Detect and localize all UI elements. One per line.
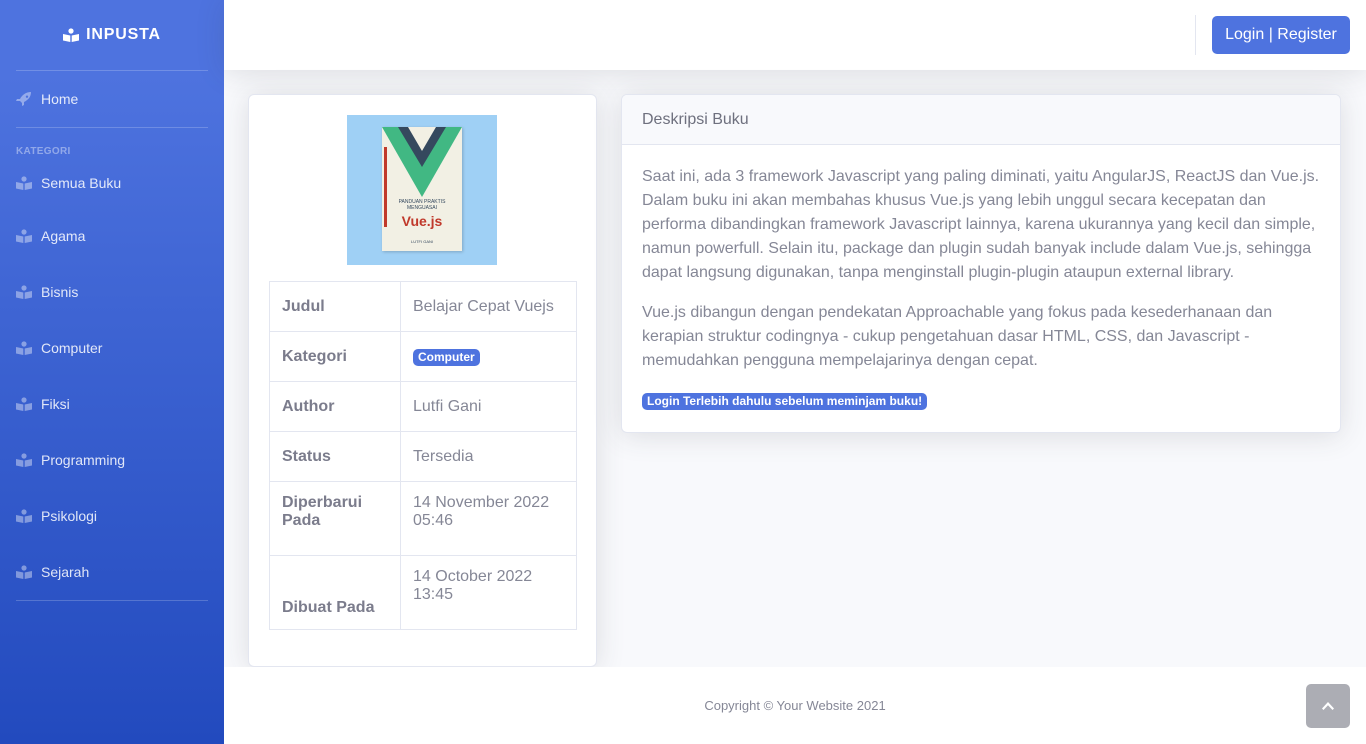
category-badge: Computer — [413, 348, 480, 366]
topbar-divider — [1195, 15, 1196, 55]
sidebar-item-sejarah[interactable]: Sejarah — [0, 544, 224, 600]
table-row: Status Tersedia — [269, 431, 577, 482]
table-row: Author Lutfi Gani — [269, 381, 577, 432]
sidebar-item-agama[interactable]: Agama — [0, 208, 224, 264]
book-title-value: Belajar Cepat Vuejs — [400, 281, 577, 332]
topbar: Login | Register — [224, 0, 1366, 70]
field-label: Status — [269, 431, 401, 482]
sidebar-item-programming[interactable]: Programming — [0, 432, 224, 488]
book-cover-image: PANDUAN PRAKTIS MENGUASAI Vue.js LUTFI G… — [347, 115, 497, 265]
table-row: Judul Belajar Cepat Vuejs — [269, 281, 577, 332]
brand-name: INPUSTA — [86, 26, 161, 43]
author-value: Lutfi Gani — [400, 381, 577, 432]
scroll-to-top-button[interactable] — [1306, 684, 1350, 728]
table-row: Kategori Computer — [269, 331, 577, 382]
rocket-icon — [16, 92, 31, 106]
footer: Copyright © Your Website 2021 — [224, 667, 1366, 744]
status-value: Tersedia — [400, 431, 577, 482]
sidebar-item-label: Psikologi — [41, 508, 98, 524]
sidebar-item-label: Home — [41, 91, 79, 107]
reader-icon — [16, 453, 32, 467]
book-cover: PANDUAN PRAKTIS MENGUASAI Vue.js LUTFI G… — [382, 127, 462, 251]
field-label: Judul — [269, 281, 401, 332]
copyright-text: Copyright © Your Website 2021 — [704, 698, 886, 713]
updated-value: 14 November 2022 05:46 — [400, 481, 577, 556]
category-cell: Computer — [400, 331, 577, 382]
cover-title: Vue.js — [401, 213, 443, 229]
sidebar-item-label: Fiksi — [41, 396, 70, 412]
field-label: Kategori — [269, 331, 401, 382]
sidebar-item-label: Semua Buku — [41, 175, 122, 191]
login-register-button[interactable]: Login | Register — [1212, 16, 1350, 54]
reader-icon — [16, 341, 32, 355]
sidebar-item-label: Computer — [41, 340, 103, 356]
sidebar-item-home[interactable]: Home — [0, 71, 224, 127]
book-detail-card: PANDUAN PRAKTIS MENGUASAI Vue.js LUTFI G… — [248, 94, 597, 667]
chevron-up-icon — [1322, 702, 1334, 710]
table-row: Diperbarui Pada 14 November 2022 05:46 — [269, 481, 577, 556]
sidebar-item-bisnis[interactable]: Bisnis — [0, 264, 224, 320]
cover-subtitle: PANDUAN PRAKTIS MENGUASAI — [398, 199, 446, 211]
sidebar-item-label: Sejarah — [41, 564, 90, 580]
description-header: Deskripsi Buku — [622, 95, 1340, 145]
reader-icon — [16, 397, 32, 411]
description-paragraph: Vue.js dibangun dengan pendekatan Approa… — [642, 304, 1273, 369]
sidebar-divider — [16, 600, 208, 601]
field-label: Dibuat Pada — [269, 555, 401, 630]
sidebar-item-label: Programming — [41, 452, 126, 468]
sidebar: INPUSTA Home KATEGORI Semua Buku Agama B… — [0, 0, 224, 744]
sidebar-item-computer[interactable]: Computer — [0, 320, 224, 376]
login-notice-badge: Login Terlebih dahulu sebelum meminjam b… — [642, 393, 928, 410]
description-paragraph: Saat ini, ada 3 framework Javascript yan… — [642, 168, 1320, 281]
sidebar-item-label: Agama — [41, 228, 86, 244]
sidebar-item-semua-buku[interactable]: Semua Buku — [0, 158, 224, 208]
cover-author: LUTFI GANI — [410, 239, 433, 244]
book-detail-table: Judul Belajar Cepat Vuejs Kategori Compu… — [269, 281, 577, 630]
description-card: Deskripsi Buku Saat ini, ada 3 framework… — [621, 94, 1341, 433]
field-label: Diperbarui Pada — [269, 481, 401, 556]
created-value: 14 October 2022 13:45 — [400, 555, 577, 630]
sidebar-item-fiksi[interactable]: Fiksi — [0, 376, 224, 432]
reader-icon — [16, 176, 32, 190]
description-body: Saat ini, ada 3 framework Javascript yan… — [622, 145, 1340, 432]
sidebar-item-psikologi[interactable]: Psikologi — [0, 488, 224, 544]
reader-icon — [16, 565, 32, 579]
reader-icon — [16, 509, 32, 523]
brand[interactable]: INPUSTA — [0, 0, 224, 70]
book-reader-icon — [63, 28, 80, 42]
table-row: Dibuat Pada 14 October 2022 13:45 — [269, 555, 577, 630]
reader-icon — [16, 229, 32, 243]
sidebar-item-label: Bisnis — [41, 284, 79, 300]
reader-icon — [16, 285, 32, 299]
field-label: Author — [269, 381, 401, 432]
